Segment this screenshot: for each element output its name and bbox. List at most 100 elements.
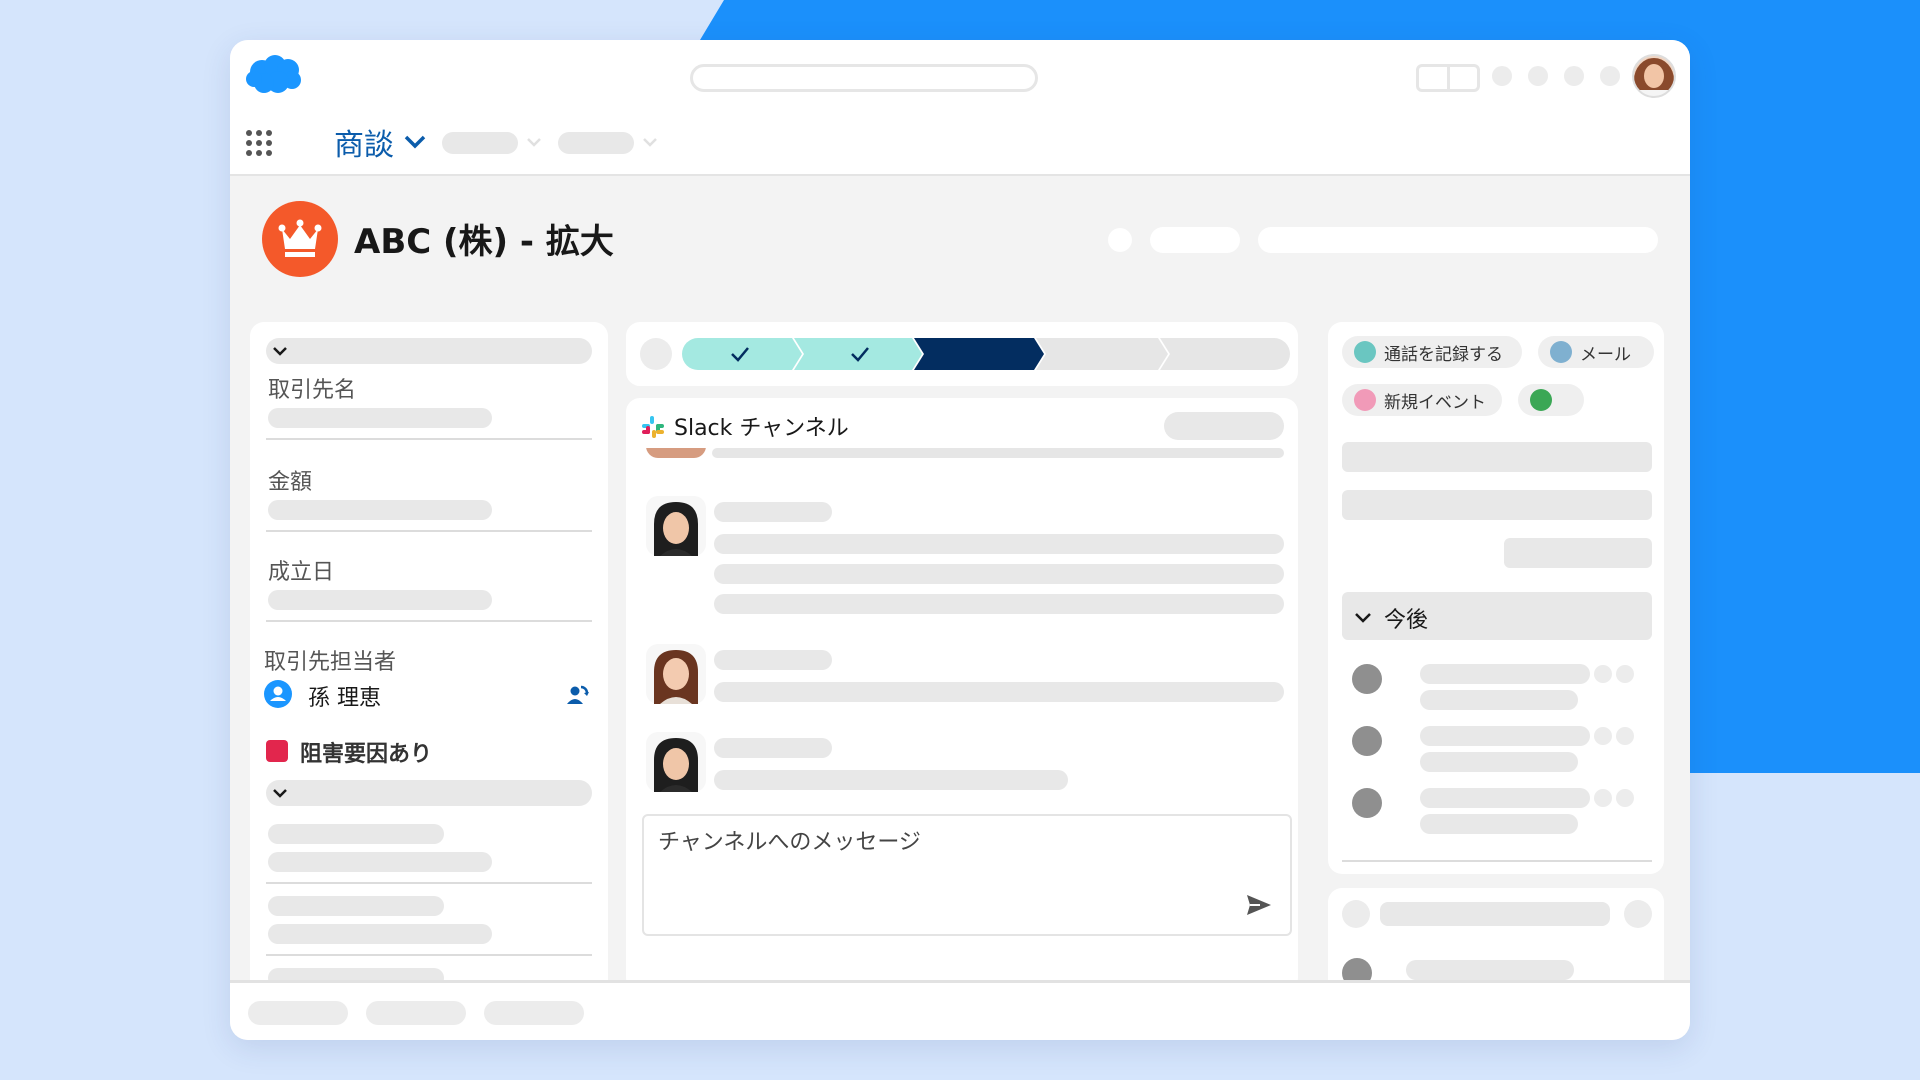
upcoming-label: 今後 [1384, 608, 1429, 633]
message-composer[interactable]: チャンネルへのメッセージ [642, 814, 1292, 936]
timeline-item-dot [1616, 665, 1634, 683]
message-line [714, 534, 1284, 554]
divider [266, 438, 592, 440]
global-header: 商談 [230, 40, 1690, 176]
timeline-item-subtitle [1420, 752, 1578, 772]
divider [266, 954, 592, 956]
blocker-label: 阻害要因あり [300, 742, 433, 767]
path-scroll-left-button[interactable] [640, 338, 672, 370]
email-label: メール [1580, 344, 1631, 365]
timeline-item-icon [1352, 788, 1382, 818]
email-icon [1550, 341, 1572, 363]
activity-action-placeholder[interactable] [1504, 538, 1652, 568]
sales-path-card [626, 322, 1298, 386]
timeline-item-icon [1352, 664, 1382, 694]
related-card-title [1380, 902, 1610, 926]
chevron-down-icon[interactable] [272, 346, 288, 356]
header-action-button[interactable] [1150, 227, 1240, 253]
header-toggle-icon[interactable] [1416, 64, 1480, 92]
placeholder-line [268, 896, 444, 916]
header-icon-2[interactable] [1528, 66, 1548, 86]
message-author [714, 650, 832, 670]
utility-item-3[interactable] [484, 1001, 584, 1025]
user-avatar [646, 644, 706, 704]
field-label-amount: 金額 [268, 470, 313, 495]
nav-tab-label: 商談 [334, 128, 394, 163]
user-avatar [646, 496, 706, 556]
placeholder-line [268, 924, 492, 944]
activity-input-placeholder [1342, 490, 1652, 520]
user-avatar [646, 732, 706, 792]
header-icon-4[interactable] [1600, 66, 1620, 86]
log-call-icon [1354, 341, 1376, 363]
placeholder-line [268, 824, 444, 844]
message-line [714, 682, 1284, 702]
nav-tab-placeholder-2[interactable] [558, 132, 634, 154]
field-value-account [268, 408, 492, 428]
timeline-item-dot [1616, 789, 1634, 807]
send-icon[interactable] [1246, 894, 1272, 916]
chevron-down-icon[interactable] [1354, 612, 1372, 624]
message-line [714, 594, 1284, 614]
activity-card: 通話を記録する メール 新規イベント 今後 [1328, 322, 1664, 874]
related-item-line [1406, 960, 1574, 980]
chevron-down-icon [404, 135, 426, 149]
new-event-label: 新規イベント [1384, 392, 1486, 413]
timeline-item-dot [1594, 789, 1612, 807]
slack-header-action[interactable] [1164, 412, 1284, 440]
chevron-down-icon[interactable] [272, 788, 288, 798]
change-owner-icon[interactable] [564, 682, 590, 708]
divider [266, 882, 592, 884]
app-launcher-icon[interactable] [246, 130, 272, 156]
divider [266, 530, 592, 532]
email-button[interactable]: メール [1538, 336, 1654, 368]
timeline-item-subtitle [1420, 814, 1578, 834]
timeline-item-subtitle [1420, 690, 1578, 710]
header-icon-3[interactable] [1564, 66, 1584, 86]
event-icon [1354, 389, 1376, 411]
slack-channel-title: Slack チャンネル [674, 416, 849, 441]
field-label-account: 取引先名 [268, 378, 357, 403]
section-header-bar-2[interactable] [266, 780, 592, 806]
related-card-menu[interactable] [1624, 900, 1652, 928]
app-window: 商談 ABC (株) - 拡大 取引先名 金額 成立日 取引先担当者 孫 理恵 … [230, 40, 1690, 1040]
related-card-icon [1342, 900, 1370, 928]
details-panel: 取引先名 金額 成立日 取引先担当者 孫 理恵 阻害要因あり [250, 322, 608, 1002]
message-line [714, 770, 1068, 790]
timeline-item-title [1420, 788, 1590, 808]
user-avatar[interactable] [1632, 54, 1676, 98]
header-action-dot[interactable] [1108, 228, 1132, 252]
record-title: ABC (株) - 拡大 [354, 222, 614, 262]
timeline-item-title [1420, 726, 1590, 746]
nav-tab-opportunities[interactable]: 商談 [334, 122, 426, 163]
section-header-bar[interactable] [266, 338, 592, 364]
header-action-group[interactable] [1258, 227, 1658, 253]
blocker-flag-icon [266, 740, 288, 762]
log-call-label: 通話を記録する [1384, 344, 1503, 365]
new-event-button[interactable]: 新規イベント [1342, 384, 1502, 416]
header-bottom-edge [712, 448, 1284, 458]
log-call-button[interactable]: 通話を記録する [1342, 336, 1522, 368]
chevron-down-icon [643, 138, 657, 147]
slack-logo-icon [642, 416, 664, 438]
composer-placeholder: チャンネルへのメッセージ [658, 830, 921, 855]
message-line [714, 564, 1284, 584]
nav-tab-placeholder-1[interactable] [442, 132, 518, 154]
utility-item-1[interactable] [248, 1001, 348, 1025]
header-icon-1[interactable] [1492, 66, 1512, 86]
task-icon [1530, 389, 1552, 411]
field-label-contact: 取引先担当者 [264, 650, 397, 675]
contact-name-link[interactable]: 孫 理恵 [308, 680, 381, 712]
divider [1342, 860, 1652, 862]
sales-path [682, 338, 1290, 370]
divider [266, 620, 592, 622]
utility-item-2[interactable] [366, 1001, 466, 1025]
task-button[interactable] [1518, 384, 1584, 416]
field-value-amount [268, 500, 492, 520]
field-label-close-date: 成立日 [268, 560, 335, 585]
opportunity-crown-icon [262, 201, 338, 277]
timeline-item-icon [1352, 726, 1382, 756]
placeholder-line [268, 852, 492, 872]
global-search-bar[interactable] [690, 64, 1038, 92]
utility-bar [230, 980, 1690, 1040]
